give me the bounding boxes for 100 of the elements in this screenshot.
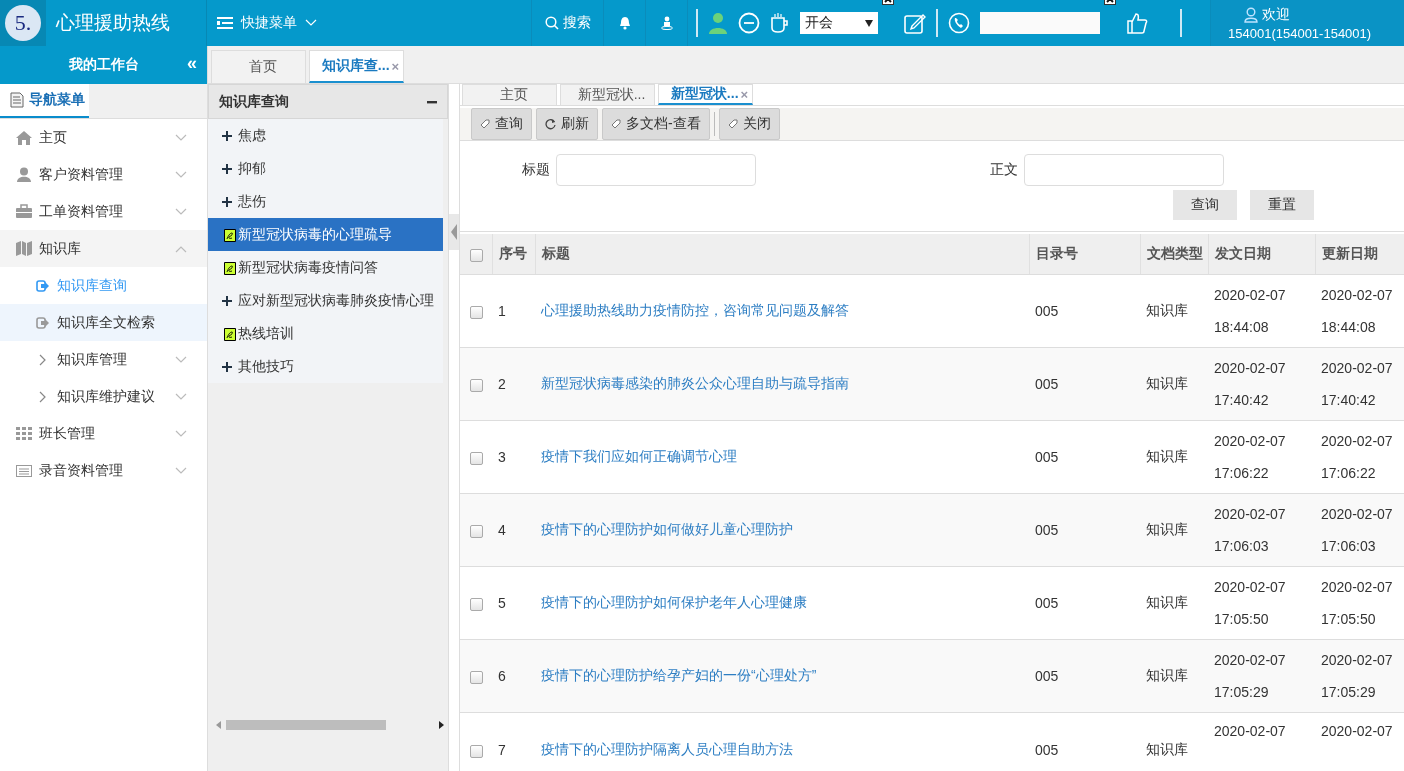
table-cell-text: 17:06:03 [1214, 537, 1270, 556]
bell-icon[interactable] [618, 16, 631, 30]
nav-item[interactable]: 工单资料管理 [0, 193, 207, 230]
user-id: 154001(154001-154001) [1228, 25, 1373, 41]
tab[interactable]: 首页 [211, 50, 306, 83]
logo-badge: 5. [5, 5, 41, 41]
column-header[interactable]: 发文日期 [1208, 234, 1315, 275]
plus-icon[interactable] [222, 361, 232, 372]
chevron-down-icon [175, 392, 187, 401]
tree-item[interactable]: 抑郁 [208, 152, 443, 185]
tree-item[interactable]: 新型冠状病毒疫情问答 [208, 251, 443, 284]
table-cell: 005 [1035, 303, 1059, 319]
user-icon [16, 166, 32, 183]
table-cell-text: 2020-02-07 [1321, 578, 1394, 597]
table-cell: 知识库 [1146, 667, 1188, 683]
column-header[interactable]: 文档类型 [1140, 234, 1208, 275]
table-cell: 5 [498, 595, 506, 611]
cup-icon[interactable] [770, 12, 790, 34]
toolbar-button[interactable]: 关闭 [718, 108, 780, 140]
phone-icon[interactable] [948, 12, 970, 34]
table-cell-text: 17:06:22 [1214, 464, 1270, 483]
document-link[interactable]: 疫情下的心理防护如何做好儿童心理防护 [541, 521, 793, 537]
tab[interactable]: 知识库查...× [309, 50, 404, 83]
minus-circle-icon[interactable] [738, 12, 760, 34]
document-link[interactable]: 疫情下的心理防护给孕产妇的一份“心理处方” [541, 667, 817, 683]
toolbar-button[interactable]: 刷新 [536, 108, 598, 140]
form-button[interactable]: 查询 [1173, 190, 1237, 220]
nav-item[interactable]: 知识库 [0, 230, 207, 267]
table-cell: 知识库 [1146, 448, 1188, 464]
nav-menu-tab[interactable]: 导航菜单 [0, 84, 89, 118]
chevron-down-icon [175, 355, 187, 364]
search-icon [544, 16, 559, 30]
tree-item[interactable]: 焦虑 [208, 119, 443, 152]
plus-icon[interactable] [222, 196, 232, 207]
document-link[interactable]: 疫情下的心理防护隔离人员心理自助方法 [541, 741, 793, 757]
checkbox[interactable] [470, 451, 483, 465]
edit-icon[interactable] [904, 12, 926, 34]
document-link[interactable]: 疫情下我们应如何正确调节心理 [541, 448, 737, 464]
table-cell-text: 17:05:50 [1214, 610, 1270, 629]
nav-subitem[interactable]: 知识库维护建议 [0, 378, 207, 415]
menu-icon [217, 17, 233, 29]
person-pin-icon[interactable] [660, 16, 673, 30]
nav-item[interactable]: 录音资料管理 [0, 452, 207, 489]
table-cell: 知识库 [1146, 594, 1188, 610]
document-link[interactable]: 新型冠状病毒感染的肺炎公众心理自助与疏导指南 [541, 375, 849, 391]
toolbar-button[interactable]: 多文档-查看 [602, 108, 710, 140]
table-cell-text: 17:05:29 [1214, 683, 1270, 702]
column-header[interactable]: 标题 [535, 234, 1029, 275]
table-cell-text: 17:05:29 [1321, 683, 1377, 702]
document-icon [224, 326, 236, 341]
plus-icon[interactable] [222, 130, 232, 141]
tree-item[interactable]: 新型冠状病毒的心理疏导 [208, 218, 443, 251]
tab[interactable]: 新型冠状...× [658, 84, 753, 105]
table-cell: 2 [498, 376, 506, 392]
column-header[interactable]: 序号 [492, 234, 535, 275]
nav-subitem[interactable]: 知识库管理 [0, 341, 207, 378]
table-cell-text: 2020-02-07 [1214, 505, 1287, 524]
table-cell: 6 [498, 668, 506, 684]
status-select[interactable]: 开会 [800, 12, 878, 34]
tree-item[interactable]: 其他技巧 [208, 350, 443, 383]
table-cell-text: 2020-02-07 [1214, 432, 1287, 451]
tree-item[interactable]: 热线培训 [208, 317, 443, 350]
table-cell-text: 2020-02-07 [1321, 722, 1394, 741]
tab[interactable]: 新型冠状... [560, 84, 655, 105]
nav-item[interactable]: 班长管理 [0, 415, 207, 452]
checkbox[interactable] [470, 524, 483, 538]
plus-icon[interactable] [222, 163, 232, 174]
plus-icon[interactable] [222, 295, 232, 306]
text-field[interactable] [1024, 154, 1224, 186]
checkbox[interactable] [470, 305, 483, 319]
document-link[interactable]: 疫情下的心理防护如何保护老年人心理健康 [541, 594, 807, 610]
table-cell: 005 [1035, 595, 1059, 611]
briefcase-icon [16, 203, 32, 220]
column-header[interactable]: 更新日期 [1315, 234, 1404, 275]
tag-icon [611, 119, 621, 129]
checkbox[interactable] [470, 744, 483, 758]
column-header[interactable]: 目录号 [1029, 234, 1140, 275]
thumbs-up-icon[interactable] [1126, 12, 1148, 34]
checkbox[interactable] [470, 597, 483, 611]
nav-subitem[interactable]: 知识库全文检索 [0, 304, 207, 341]
table-cell-text: 2020-02-07 [1214, 286, 1287, 305]
phone-input[interactable] [980, 12, 1100, 34]
checkbox[interactable] [470, 670, 483, 684]
toolbar-button[interactable]: 查询 [471, 108, 532, 140]
checkbox[interactable] [470, 378, 483, 392]
list-icon [16, 462, 32, 479]
nav-item[interactable]: 客户资料管理 [0, 156, 207, 193]
table-cell-text: 2020-02-07 [1214, 578, 1287, 597]
tree-item[interactable]: 悲伤 [208, 185, 443, 218]
text-field[interactable] [556, 154, 756, 186]
form-button[interactable]: 重置 [1250, 190, 1314, 220]
checkbox[interactable] [470, 248, 483, 262]
tab[interactable]: 主页 [462, 84, 557, 105]
chevron-down-icon [175, 170, 187, 179]
tree-item[interactable]: 应对新型冠状病毒肺炎疫情心理 [208, 284, 443, 317]
table-cell-text: 18:44:08 [1321, 318, 1377, 337]
document-link[interactable]: 心理援助热线助力疫情防控，咨询常见问题及解答 [541, 302, 849, 318]
chevron-up-icon [175, 244, 187, 253]
user-status-icon[interactable] [708, 12, 728, 34]
nav-item[interactable]: 主页 [0, 119, 207, 156]
